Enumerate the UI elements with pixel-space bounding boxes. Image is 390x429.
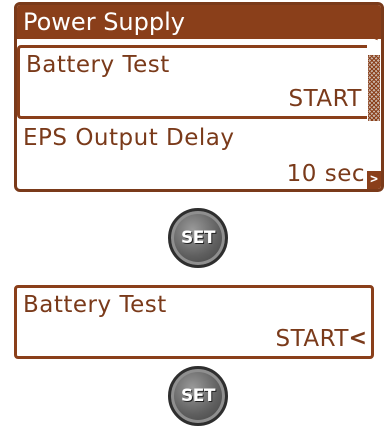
scroll-up-arrow-icon[interactable]: < — [368, 29, 380, 45]
menu-item-eps-output-delay[interactable]: EPS Output Delay 10 sec — [17, 123, 371, 189]
lcd-screen: Power Supply Battery Test START EPS Outp… — [14, 2, 384, 192]
edit-cursor-icon: < — [348, 326, 367, 351]
screen-title: Power Supply — [17, 5, 381, 39]
set-button[interactable]: SET — [168, 366, 228, 426]
edit-row-label: Battery Test — [23, 292, 167, 318]
edit-row-battery-test[interactable]: Battery Test START < — [14, 285, 374, 359]
menu-item-label: Battery Test — [26, 52, 170, 78]
scroll-thumb[interactable] — [368, 55, 380, 121]
set-button-label: SET — [181, 386, 215, 406]
set-button[interactable]: SET — [168, 208, 228, 268]
menu-item-value: START — [288, 86, 362, 112]
edit-row-value: START — [275, 326, 349, 352]
menu-item-value: 10 sec — [286, 161, 365, 187]
scrollbar[interactable]: < > — [367, 29, 381, 189]
set-button-label: SET — [181, 228, 215, 248]
scroll-down-arrow-icon[interactable]: > — [367, 171, 381, 189]
menu-item-battery-test[interactable]: Battery Test START — [17, 45, 371, 119]
menu-item-label: EPS Output Delay — [23, 125, 235, 151]
